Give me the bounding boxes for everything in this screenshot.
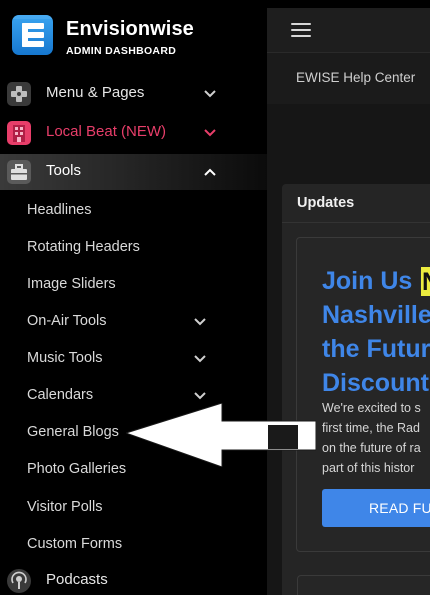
brand-name: Envisionwise — [66, 18, 194, 40]
envisionwise-logo-icon — [12, 15, 53, 55]
headline-line-1-text: Join Us N — [322, 267, 430, 295]
sidebar-item-label: Podcasts — [46, 571, 108, 588]
headline-line-3: the Futur — [322, 335, 430, 363]
submenu-item-label: Rotating Headers — [27, 239, 140, 255]
submenu-item-label: General Blogs — [27, 424, 119, 440]
chevron-down-icon — [194, 318, 206, 326]
updates-heading: Updates — [297, 195, 355, 211]
headline-line-1: Join Us N N — [322, 264, 430, 298]
submenu-item-label: Visitor Polls — [27, 499, 103, 515]
sidebar-item-local-beat[interactable]: Local Beat (NEW) — [0, 115, 267, 151]
brand-header[interactable]: Envisionwise ADMIN DASHBOARD — [0, 0, 267, 72]
chevron-down-icon — [194, 355, 206, 363]
read-full-button[interactable]: READ FU — [322, 489, 430, 527]
submenu-item-label: On-Air Tools — [27, 313, 107, 329]
help-center-title: EWISE Help Center — [296, 70, 416, 85]
chevron-up-icon — [204, 168, 216, 176]
top-bar — [267, 8, 430, 52]
submenu-item-on-air-tools[interactable]: On-Air Tools — [0, 307, 267, 337]
card-divider — [282, 222, 430, 223]
submenu-item-visitor-polls[interactable]: Visitor Polls — [0, 493, 267, 523]
headline-line-2: Nashville — [322, 301, 430, 329]
toolbox-icon — [7, 160, 31, 184]
annotation-arrow-icon — [126, 403, 316, 467]
update-post: Join Us N N Nashville the Futur Discount… — [296, 237, 430, 552]
submenu-item-label: Headlines — [27, 202, 92, 218]
submenu-item-label: Photo Galleries — [27, 461, 127, 477]
hamburger-icon[interactable] — [291, 22, 311, 38]
excerpt-line: first time, the Rad — [322, 421, 420, 435]
podcast-icon — [7, 569, 31, 593]
sidebar-item-label: Menu & Pages — [46, 84, 145, 101]
chevron-down-icon — [204, 129, 216, 137]
help-center-bar: EWISE Help Center — [267, 52, 430, 104]
submenu-item-custom-forms[interactable]: Custom Forms — [0, 530, 267, 560]
brand-subtitle: ADMIN DASHBOARD — [66, 45, 177, 57]
chevron-down-icon — [204, 90, 216, 98]
read-full-button-label: READ FU — [369, 500, 430, 516]
sidebar-item-tools[interactable]: Tools — [0, 154, 267, 190]
submenu-item-label: Calendars — [27, 387, 94, 403]
sidebar-item-label: Tools — [46, 162, 82, 179]
submenu-item-rotating-headers[interactable]: Rotating Headers — [0, 233, 267, 263]
sidebar: Envisionwise ADMIN DASHBOARD Menu & Page… — [0, 0, 267, 595]
submenu-item-label: Image Sliders — [27, 276, 116, 292]
logo-e-glyph — [12, 15, 53, 47]
submenu-item-headlines[interactable]: Headlines — [0, 196, 267, 226]
headline-highlight: N — [421, 267, 430, 296]
submenu-item-image-sliders[interactable]: Image Sliders — [0, 270, 267, 300]
update-excerpt: We're excited to s first time, the Rad o… — [322, 398, 430, 478]
submenu-item-music-tools[interactable]: Music Tools — [0, 344, 267, 374]
submenu-item-label: Music Tools — [27, 350, 103, 366]
next-update-post — [297, 575, 430, 595]
update-headline[interactable]: Join Us N N Nashville the Futur Discount — [322, 264, 430, 400]
headline-highlight-text: N — [422, 267, 430, 296]
gamepad-icon — [7, 82, 31, 106]
building-icon — [7, 121, 31, 145]
submenu-item-label: Custom Forms — [27, 536, 123, 552]
sidebar-item-menu-pages[interactable]: Menu & Pages — [0, 76, 267, 112]
sidebar-item-label: Local Beat (NEW) — [46, 123, 167, 140]
excerpt-line: part of this histor — [322, 461, 415, 475]
excerpt-line: on the future of ra — [322, 441, 421, 455]
headline-line-4: Discount — [322, 369, 429, 397]
sidebar-item-podcasts[interactable]: Podcasts — [0, 563, 267, 595]
chevron-down-icon — [194, 392, 206, 400]
updates-card: Updates Join Us N N Nashville the Futur … — [282, 184, 430, 595]
excerpt-line: We're excited to s — [322, 401, 421, 415]
